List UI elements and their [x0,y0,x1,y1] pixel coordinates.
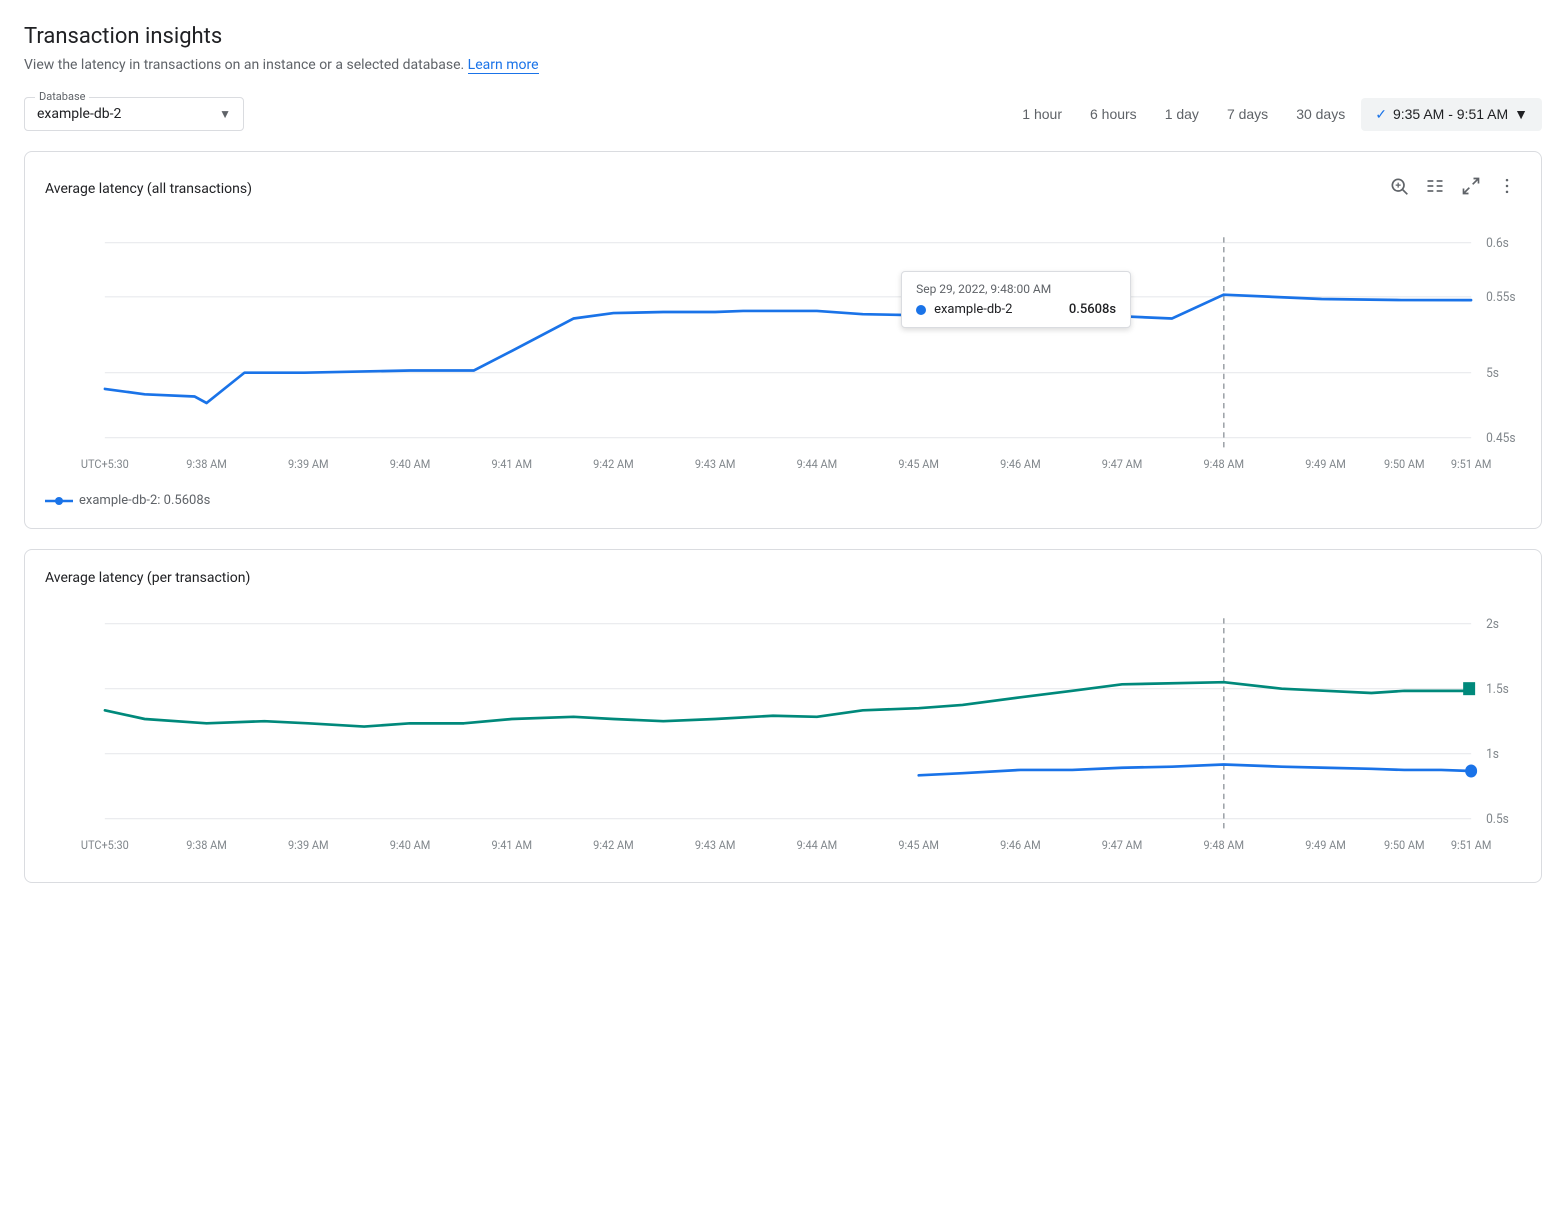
dropdown-arrow-icon: ▼ [219,107,231,121]
check-icon: ✓ [1375,106,1387,123]
svg-text:9:50 AM: 9:50 AM [1384,838,1425,853]
svg-text:9:39 AM: 9:39 AM [288,838,329,853]
chart1-legend: example-db-2: 0.5608s [45,493,1521,508]
page-title: Transaction insights [24,24,1542,49]
svg-text:0.45s: 0.45s [1486,431,1515,447]
svg-text:9:40 AM: 9:40 AM [390,838,431,853]
fullscreen-button[interactable] [1457,172,1485,205]
svg-text:9:43 AM: 9:43 AM [695,457,736,472]
svg-text:9:48 AM: 9:48 AM [1204,838,1245,853]
svg-text:9:42 AM: 9:42 AM [593,457,634,472]
svg-text:9:49 AM: 9:49 AM [1305,457,1346,472]
legend-icon [1425,176,1445,196]
legend-line-icon [45,495,73,507]
svg-text:9:43 AM: 9:43 AM [695,838,736,853]
time-30days-button[interactable]: 30 days [1284,100,1357,128]
svg-text:9:40 AM: 9:40 AM [390,457,431,472]
time-1hour-button[interactable]: 1 hour [1010,100,1074,128]
svg-text:9:46 AM: 9:46 AM [1000,838,1041,853]
more-vert-icon [1497,176,1517,196]
chart1-title: Average latency (all transactions) [45,181,252,197]
database-label: Database [35,90,89,103]
chart1-actions [1385,172,1521,205]
time-range-button[interactable]: ✓ 9:35 AM - 9:51 AM ▼ [1361,98,1542,131]
svg-text:9:50 AM: 9:50 AM [1384,457,1425,472]
zoom-reset-button[interactable] [1385,172,1413,205]
learn-more-link[interactable]: Learn more [468,57,539,74]
svg-text:9:45 AM: 9:45 AM [898,457,939,472]
chart1-container: 0.6s 0.55s 5s 0.45s UTC+5:30 9:38 AM 9:3… [45,221,1521,481]
svg-text:9:44 AM: 9:44 AM [797,838,838,853]
svg-text:1.5s: 1.5s [1486,682,1509,698]
chart2-container: 2s 1.5s 1s 0.5s UTC+5:30 9:38 AM 9:39 AM… [45,602,1521,862]
database-select[interactable]: Database example-db-2 ▼ [24,97,244,131]
svg-text:5s: 5s [1486,366,1499,382]
chart1-svg: 0.6s 0.55s 5s 0.45s UTC+5:30 9:38 AM 9:3… [45,221,1521,481]
zoom-reset-icon [1389,176,1409,196]
svg-text:9:51 AM: 9:51 AM [1451,457,1492,472]
time-controls: 1 hour 6 hours 1 day 7 days 30 days ✓ 9:… [1010,98,1542,131]
svg-text:1s: 1s [1486,747,1499,763]
time-range-arrow-icon: ▼ [1514,106,1528,122]
controls-row: Database example-db-2 ▼ 1 hour 6 hours 1… [24,97,1542,131]
chart1-header: Average latency (all transactions) [45,172,1521,205]
chart2-card: Average latency (per transaction) 2s 1.5… [24,549,1542,883]
svg-text:UTC+5:30: UTC+5:30 [81,457,129,472]
chart2-area: 2s 1.5s 1s 0.5s UTC+5:30 9:38 AM 9:39 AM… [45,602,1521,862]
more-options-button[interactable] [1493,172,1521,205]
svg-text:0.6s: 0.6s [1486,236,1509,252]
time-6hours-button[interactable]: 6 hours [1078,100,1149,128]
chart1-card: Average latency (all transactions) [24,151,1542,529]
svg-text:9:38 AM: 9:38 AM [186,838,227,853]
chart2-svg: 2s 1.5s 1s 0.5s UTC+5:30 9:38 AM 9:39 AM… [45,602,1521,862]
svg-text:9:46 AM: 9:46 AM [1000,457,1041,472]
svg-text:9:45 AM: 9:45 AM [898,838,939,853]
time-range-label: 9:35 AM - 9:51 AM [1393,106,1508,122]
svg-text:9:41 AM: 9:41 AM [491,457,532,472]
svg-text:9:44 AM: 9:44 AM [797,457,838,472]
svg-text:0.5s: 0.5s [1486,812,1509,828]
legend-button[interactable] [1421,172,1449,205]
page-subtitle: View the latency in transactions on an i… [24,57,1542,73]
svg-text:9:41 AM: 9:41 AM [491,838,532,853]
svg-text:2s: 2s [1486,617,1499,633]
svg-text:9:47 AM: 9:47 AM [1102,457,1143,472]
time-1day-button[interactable]: 1 day [1153,100,1211,128]
svg-text:9:47 AM: 9:47 AM [1102,838,1143,853]
svg-text:9:39 AM: 9:39 AM [288,457,329,472]
svg-text:UTC+5:30: UTC+5:30 [81,838,129,853]
chart1-legend-label: example-db-2: 0.5608s [79,493,210,508]
svg-text:9:38 AM: 9:38 AM [186,457,227,472]
svg-text:9:51 AM: 9:51 AM [1451,838,1492,853]
fullscreen-icon [1461,176,1481,196]
chart1-area: 0.6s 0.55s 5s 0.45s UTC+5:30 9:38 AM 9:3… [45,221,1521,508]
svg-text:0.55s: 0.55s [1486,290,1515,306]
time-7days-button[interactable]: 7 days [1215,100,1280,128]
svg-text:9:49 AM: 9:49 AM [1305,838,1346,853]
svg-text:9:48 AM: 9:48 AM [1204,457,1245,472]
chart2-header: Average latency (per transaction) [45,570,1521,586]
chart2-title: Average latency (per transaction) [45,570,250,586]
database-select-value[interactable]: example-db-2 ▼ [37,106,231,122]
svg-text:9:42 AM: 9:42 AM [593,838,634,853]
